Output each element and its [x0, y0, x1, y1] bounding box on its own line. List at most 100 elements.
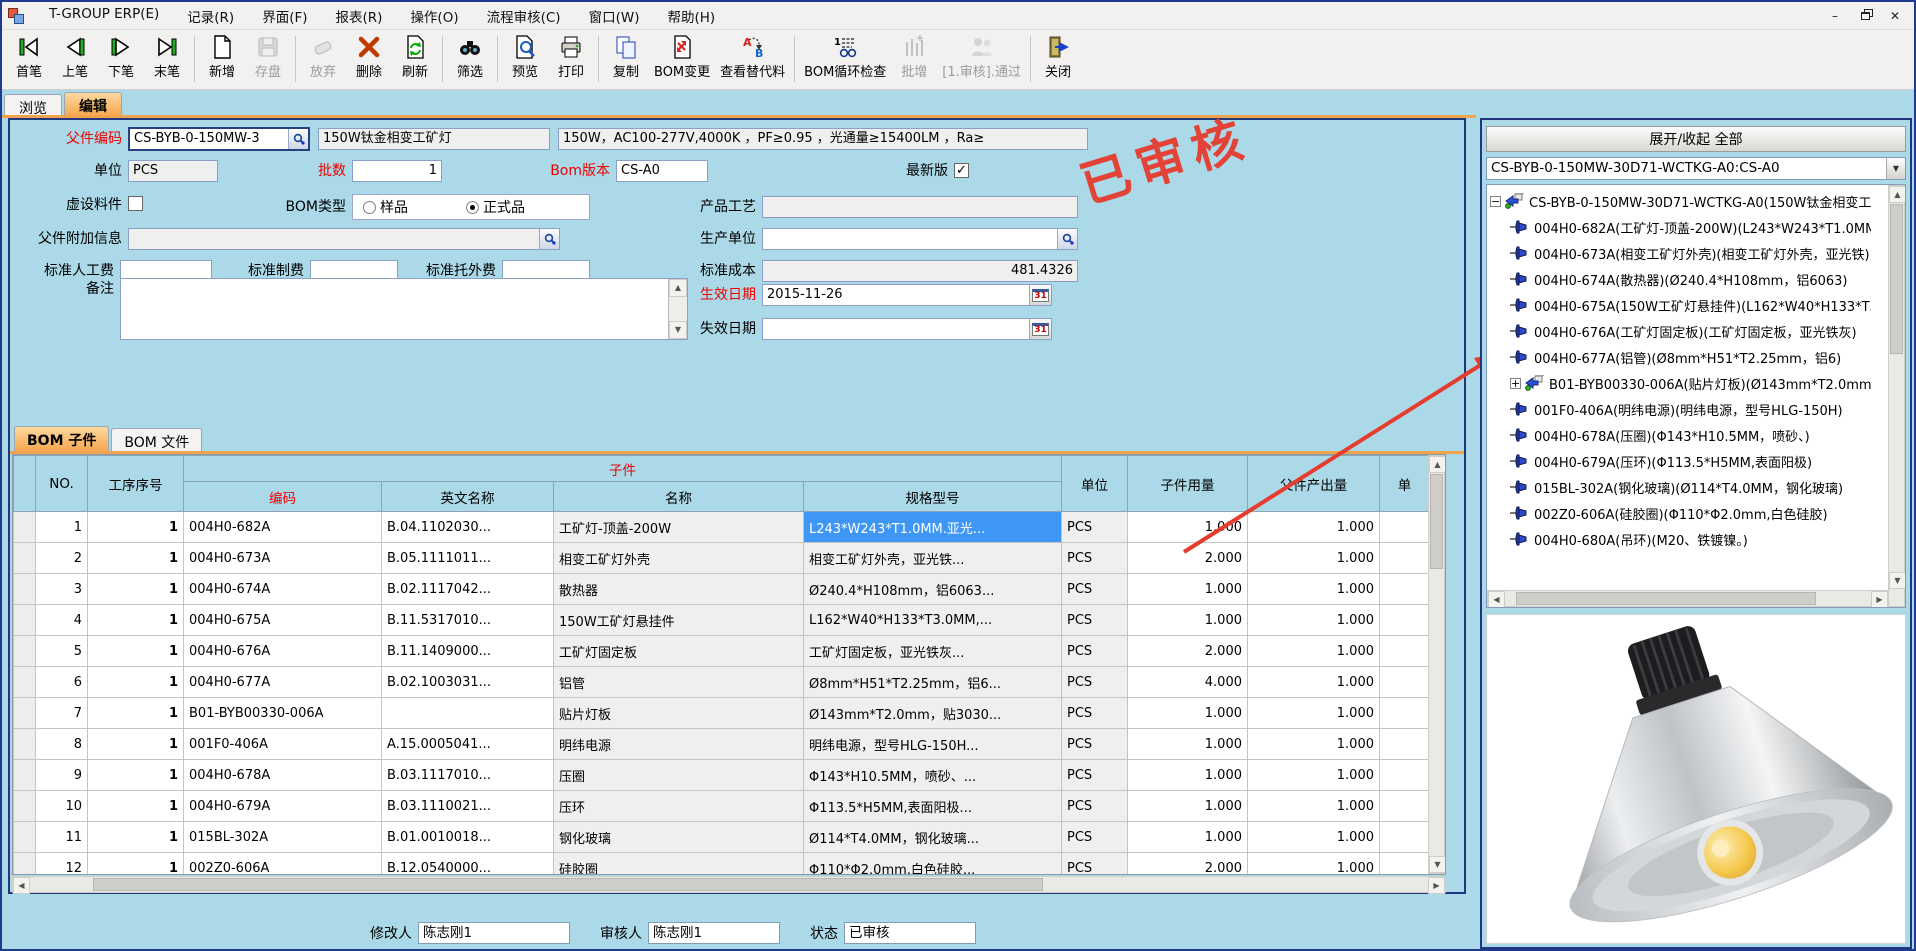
bom-type-formal-radio[interactable]: 正式品 [466, 197, 525, 217]
cell-name[interactable]: 相变工矿灯外壳 [554, 543, 804, 574]
latest-version-checkbox[interactable]: ✓ [954, 163, 969, 178]
cell-code[interactable]: 004H0-677A [184, 667, 382, 698]
preview-button[interactable]: 预览 [502, 32, 548, 86]
cell-parent-out[interactable]: 1.000 [1248, 853, 1380, 876]
cell-parent-out[interactable]: 1.000 [1248, 543, 1380, 574]
audited-by-field[interactable]: 陈志刚1 [648, 922, 780, 944]
tree-item[interactable]: 004H0-676A(工矿灯固定板)(工矿灯固定板，亚光铁灰) [1490, 318, 1871, 344]
table-row[interactable]: 9 1 004H0-678A B.03.1117010... 压圈 Φ143*H… [14, 760, 1430, 791]
tree-item[interactable]: 004H0-675A(150W工矿灯悬挂件)(L162*W40*H133*T3.… [1490, 292, 1871, 318]
cell-en-name[interactable] [382, 698, 554, 729]
cell-no[interactable]: 9 [36, 760, 88, 791]
table-row[interactable]: 10 1 004H0-679A B.03.1110021... 压环 Φ113.… [14, 791, 1430, 822]
cell-seq[interactable]: 1 [88, 574, 184, 605]
modified-by-field[interactable]: 陈志刚1 [418, 922, 570, 944]
cell-no[interactable]: 7 [36, 698, 88, 729]
cell-seq[interactable]: 1 [88, 822, 184, 853]
cell-qty[interactable]: 2.000 [1128, 853, 1248, 876]
remark-textarea[interactable]: ▲ ▼ [120, 278, 688, 340]
cell-unit[interactable]: PCS [1062, 760, 1128, 791]
cell-name[interactable]: 压环 [554, 791, 804, 822]
menu-item[interactable]: 记录(R) [173, 2, 248, 30]
cell-spec[interactable]: 工矿灯固定板，亚光铁灰... [804, 636, 1062, 667]
menu-item[interactable]: 报表(R) [322, 2, 397, 30]
cell-seq[interactable]: 1 [88, 698, 184, 729]
refresh-button[interactable]: 刷新 [392, 32, 438, 86]
cell-qty[interactable]: 2.000 [1128, 636, 1248, 667]
cell-code[interactable]: 004H0-674A [184, 574, 382, 605]
tree-item[interactable]: CS-BYB-0-150MW-30D71-WCTKG-A0(150W钛金相变工矿… [1490, 188, 1871, 214]
table-row[interactable]: 1 1 004H0-682A B.04.1102030... 工矿灯-顶盖-20… [14, 512, 1430, 543]
cell-code[interactable]: 001F0-406A [184, 729, 382, 760]
tree-item[interactable]: 002Z0-606A(硅胶圈)(Φ110*Φ2.0mm,白色硅胶) [1490, 500, 1871, 526]
cell-name[interactable]: 150W工矿灯悬挂件 [554, 605, 804, 636]
cell-seq[interactable]: 1 [88, 760, 184, 791]
cell-spec[interactable]: L243*W243*T1.0MM.亚光... [804, 512, 1062, 543]
bom-change-button[interactable]: BOM变更 [649, 32, 715, 86]
tree-item[interactable]: 001F0-406A(明纬电源)(明纬电源，型号HLG-150H) [1490, 396, 1871, 422]
cell-qty[interactable]: 1.000 [1128, 822, 1248, 853]
cell-parent-out[interactable]: 1.000 [1248, 760, 1380, 791]
cell-name[interactable]: 铝管 [554, 667, 804, 698]
cell-name[interactable]: 散热器 [554, 574, 804, 605]
cell-spec[interactable]: Φ143*H10.5MM，喷砂、... [804, 760, 1062, 791]
menu-item[interactable]: 操作(O) [396, 2, 472, 30]
cell-qty[interactable]: 2.000 [1128, 543, 1248, 574]
cell-code[interactable]: 004H0-678A [184, 760, 382, 791]
restore-button[interactable] [1852, 5, 1878, 26]
batch-add-button[interactable]: 批增 [891, 32, 937, 86]
cell-qty[interactable]: 1.000 [1128, 605, 1248, 636]
cell-code[interactable]: 004H0-679A [184, 791, 382, 822]
cell-spec[interactable]: Ø240.4*H108mm，铝6063... [804, 574, 1062, 605]
calendar-icon[interactable]: 31 [1029, 319, 1051, 339]
cell-qty[interactable]: 4.000 [1128, 667, 1248, 698]
cell-name[interactable]: 明纬电源 [554, 729, 804, 760]
cell-seq[interactable]: 1 [88, 853, 184, 876]
copy-button[interactable]: 复制 [603, 32, 649, 86]
cell-name[interactable]: 贴片灯板 [554, 698, 804, 729]
cell-en-name[interactable]: B.11.1409000... [382, 636, 554, 667]
cell-no[interactable]: 2 [36, 543, 88, 574]
cell-unit[interactable]: PCS [1062, 636, 1128, 667]
menu-item[interactable]: 流程审核(C) [473, 2, 575, 30]
cell-no[interactable]: 11 [36, 822, 88, 853]
chevron-down-icon[interactable]: ▼ [1886, 158, 1905, 179]
cell-unit[interactable]: PCS [1062, 729, 1128, 760]
cell-qty[interactable]: 1.000 [1128, 512, 1248, 543]
cell-en-name[interactable]: B.01.0010018... [382, 822, 554, 853]
table-row[interactable]: 4 1 004H0-675A B.11.5317010... 150W工矿灯悬挂… [14, 605, 1430, 636]
tree-item[interactable]: 004H0-674A(散热器)(Ø240.4*H108mm，铝6063) [1490, 266, 1871, 292]
cell-qty[interactable]: 1.000 [1128, 729, 1248, 760]
table-row[interactable]: 2 1 004H0-673A B.05.1111011... 相变工矿灯外壳 相… [14, 543, 1430, 574]
cell-spec[interactable]: L162*W40*H133*T3.0MM,... [804, 605, 1062, 636]
tab-edit[interactable]: 编辑 [64, 92, 122, 117]
print-button[interactable]: 打印 [548, 32, 594, 86]
cell-code[interactable]: 015BL-302A [184, 822, 382, 853]
cell-unit[interactable]: PCS [1062, 512, 1128, 543]
cell-code[interactable]: 002Z0-606A [184, 853, 382, 876]
tree-horizontal-scrollbar[interactable]: ◀ ▶ [1487, 590, 1889, 607]
table-row[interactable]: 3 1 004H0-674A B.02.1117042... 散热器 Ø240.… [14, 574, 1430, 605]
cell-code[interactable]: 004H0-673A [184, 543, 382, 574]
cell-no[interactable]: 3 [36, 574, 88, 605]
cell-spec[interactable]: Ø114*T4.0MM，钢化玻璃... [804, 822, 1062, 853]
tab-browse[interactable]: 浏览 [4, 94, 62, 117]
table-row[interactable]: 7 1 B01-BYB00330-006A 贴片灯板 Ø143mm*T2.0mm… [14, 698, 1430, 729]
tree-expander[interactable] [1510, 378, 1521, 389]
cell-en-name[interactable]: B.11.5317010... [382, 605, 554, 636]
discard-button[interactable]: 放弃 [300, 32, 346, 86]
cell-no[interactable]: 8 [36, 729, 88, 760]
bom-loop-check-button[interactable]: 1 BOM循环检查 [799, 32, 891, 86]
tree-item[interactable]: B01-BYB00330-006A(贴片灯板)(Ø143mm*T2.0mm，贴) [1490, 370, 1871, 396]
cell-en-name[interactable]: B.02.1003031... [382, 667, 554, 698]
cell-seq[interactable]: 1 [88, 512, 184, 543]
cell-name[interactable]: 硅胶圈 [554, 853, 804, 876]
cell-parent-out[interactable]: 1.000 [1248, 791, 1380, 822]
new-button[interactable]: 新增 [199, 32, 245, 86]
cell-name[interactable]: 压圈 [554, 760, 804, 791]
cell-parent-out[interactable]: 1.000 [1248, 605, 1380, 636]
cell-parent-out[interactable]: 1.000 [1248, 667, 1380, 698]
cell-no[interactable]: 4 [36, 605, 88, 636]
cell-no[interactable]: 6 [36, 667, 88, 698]
cell-unit[interactable]: PCS [1062, 791, 1128, 822]
